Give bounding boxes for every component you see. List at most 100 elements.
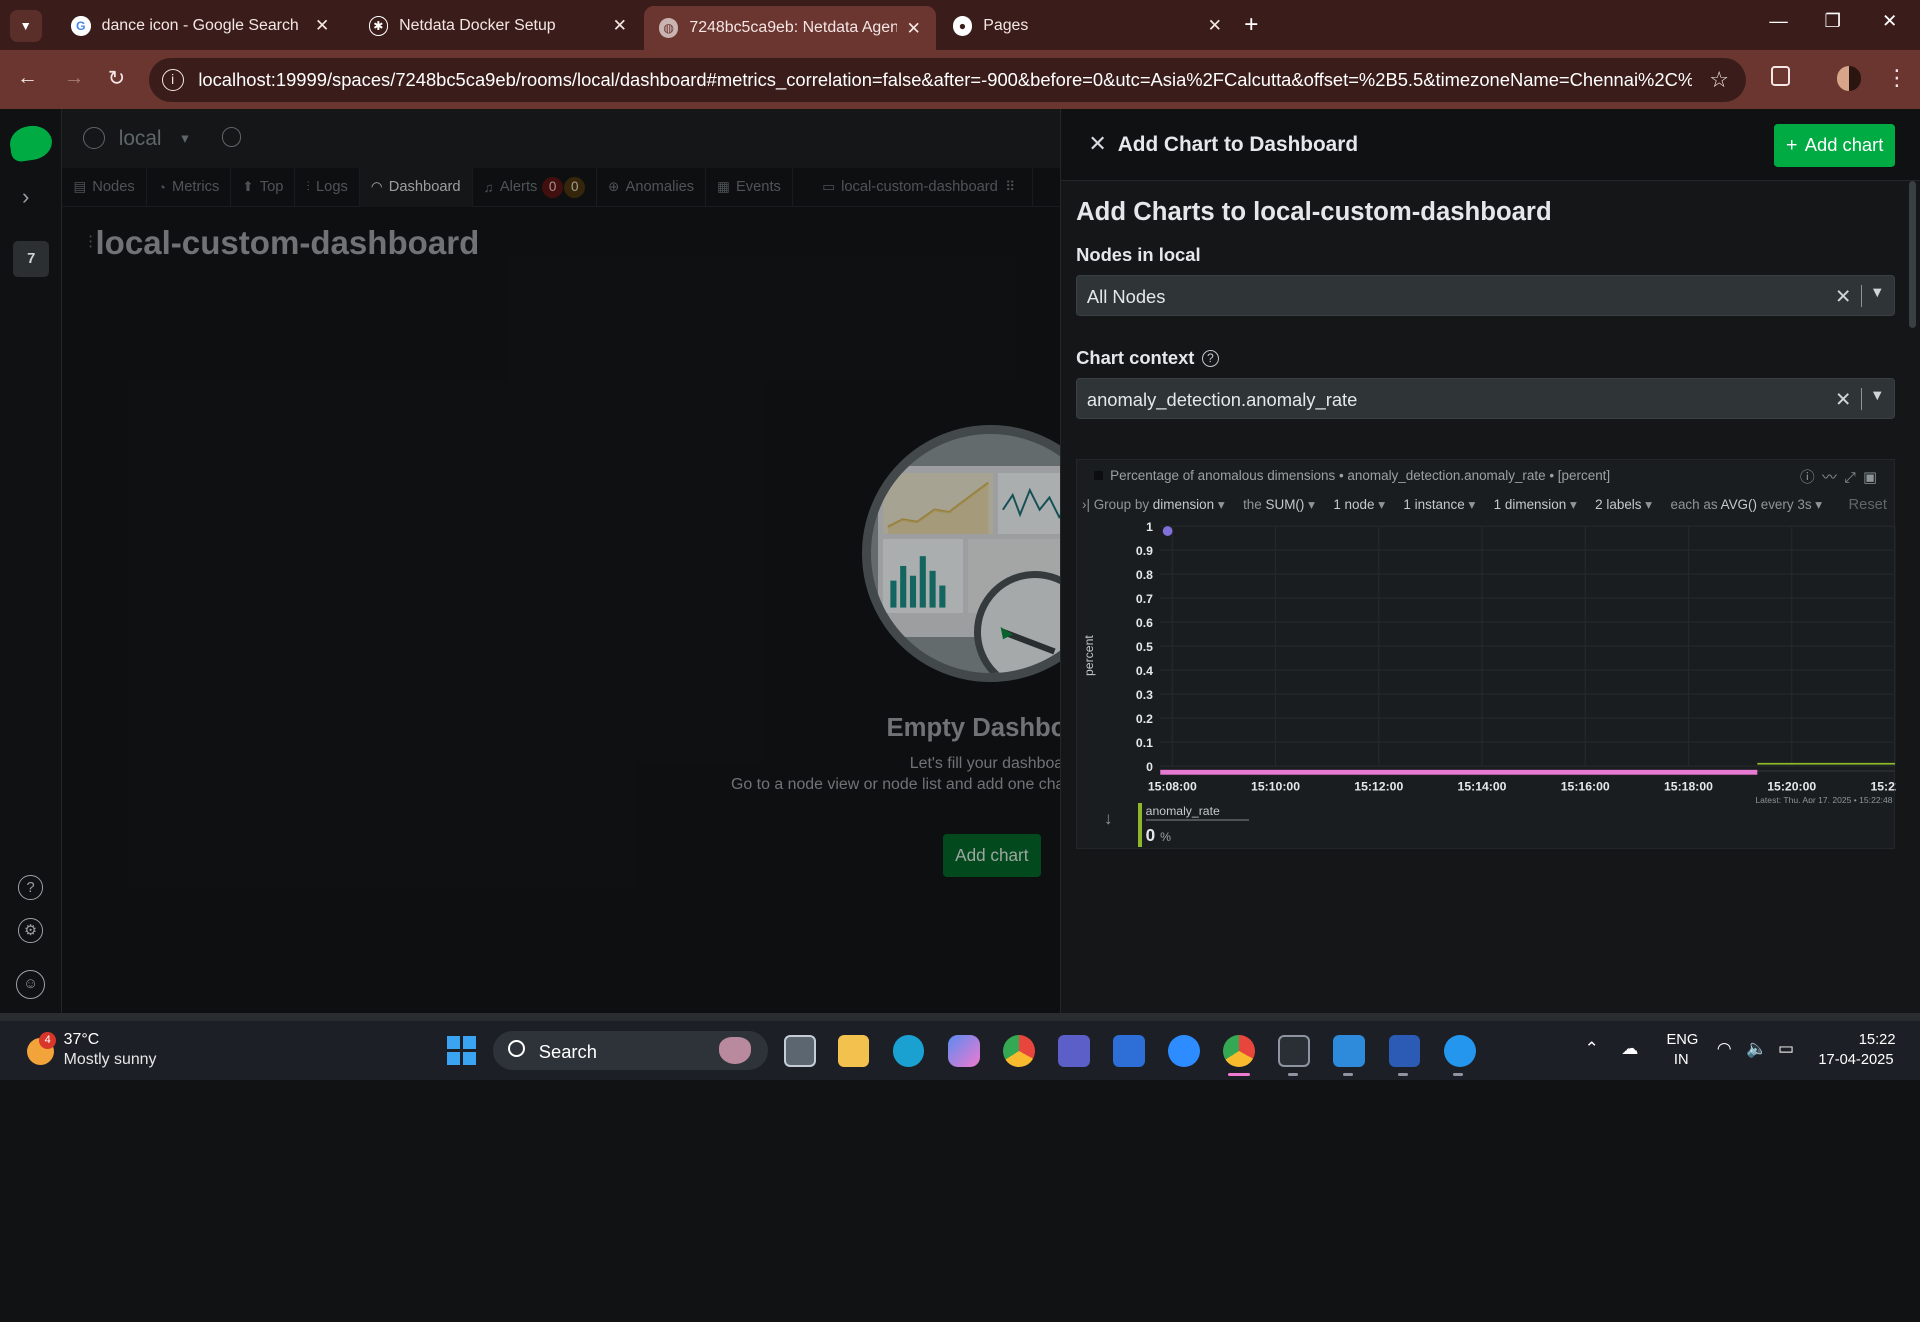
powershell-icon[interactable] [1388, 1034, 1421, 1067]
user-avatar-icon[interactable]: ☺ [15, 969, 46, 1000]
battery-icon[interactable]: ▭ [1778, 1038, 1794, 1059]
task-view-icon[interactable] [783, 1034, 816, 1067]
tab-alerts[interactable]: ♫ Alerts 0 0 [473, 167, 598, 207]
edge-icon[interactable] [892, 1034, 925, 1067]
tab-nodes[interactable]: ▤ Nodes [62, 167, 147, 207]
taskbar: 4 37°C Mostly sunny Search ⌃ ☁ ENG IN ◠ … [0, 1021, 1920, 1080]
terminal-icon[interactable] [1278, 1034, 1311, 1067]
notepad-icon[interactable] [1333, 1034, 1366, 1067]
warning-alert-count: 0 [564, 176, 586, 198]
forward-icon[interactable]: → [64, 66, 85, 90]
site-info-icon[interactable]: i [161, 68, 184, 91]
close-tab-icon[interactable]: ✕ [1208, 15, 1222, 36]
docker-icon[interactable] [1443, 1034, 1476, 1067]
netdata-app: › 7 ? ⚙ ☺ local ▾ ▤ Nodes ◔ Metrics ⬆ Top ⫶… [0, 108, 1920, 1013]
browser-menu-icon[interactable]: ⋮ [1886, 65, 1908, 91]
address-bar[interactable]: i localhost:19999/spaces/7248bc5ca9eb/ro… [149, 57, 1747, 102]
close-window-icon[interactable]: ✕ [1882, 10, 1897, 32]
copilot-icon[interactable] [947, 1034, 980, 1067]
clock-time[interactable]: 15:22 [1859, 1032, 1896, 1048]
room-name[interactable]: local [119, 127, 162, 151]
volume-icon[interactable]: 🔈 [1746, 1038, 1767, 1059]
space-badge[interactable]: 7 [13, 241, 49, 277]
netdata-logo[interactable] [7, 123, 54, 164]
extensions-icon[interactable] [1770, 66, 1791, 86]
x-tick-label: 15:12:00 [1354, 780, 1403, 794]
latest-timestamp: Latest: Thu, Apr 17, 2025 • 15:22:48 [1756, 795, 1893, 803]
wifi-icon[interactable]: ◠ [1717, 1038, 1732, 1059]
file-explorer-icon[interactable] [837, 1034, 870, 1067]
tab-logs[interactable]: ⫶ Logs [295, 167, 360, 207]
chrome-profile-icon[interactable] [1223, 1034, 1256, 1067]
chart-plot[interactable]: 1 0.9 0.8 0.7 0.6 0.5 0.4 0.3 0.2 0.1 0 15:08:00 15:… [1077, 509, 1896, 803]
reload-icon[interactable]: ↻ [108, 66, 125, 91]
browser-tab[interactable]: G dance icon - Google Search ✕ [56, 7, 344, 44]
store-icon[interactable] [1113, 1034, 1145, 1067]
top-icon: ⬆ [242, 179, 254, 195]
taskbar-search[interactable]: Search [493, 1031, 768, 1071]
clock-date[interactable]: 17-04-2025 [1818, 1052, 1893, 1068]
restore-icon[interactable]: ❐ [1824, 10, 1840, 32]
chart-type-icon[interactable]: 〰 [1822, 470, 1844, 486]
close-tab-icon[interactable]: ✕ [315, 15, 329, 36]
windows-start-icon[interactable] [446, 1035, 477, 1066]
empty-dashboard-hint: Go to a node view or node list and add o… [731, 776, 1075, 794]
info-icon[interactable]: ⓘ [1800, 470, 1822, 486]
arrow-down-icon[interactable]: ↓ [1104, 808, 1113, 829]
tab-search-button[interactable]: ▼ [9, 9, 42, 42]
close-tab-icon[interactable]: ✕ [613, 15, 627, 36]
chart-toolbar: ⓘ〰⤢▣ [1800, 466, 1884, 487]
onedrive-icon[interactable]: ☁ [1621, 1038, 1638, 1059]
save-icon[interactable]: ▣ [1863, 470, 1884, 486]
clear-icon[interactable]: ✕ [1835, 285, 1851, 309]
y-tick-label: 0.2 [1136, 712, 1153, 726]
nodes-select[interactable]: All Nodes ✕ ▼ [1076, 275, 1896, 316]
chrome-icon[interactable] [1002, 1034, 1035, 1067]
back-icon[interactable]: ← [17, 66, 38, 90]
add-chart-button[interactable]: + Add chart [1774, 123, 1896, 167]
chevron-down-icon[interactable]: ▼ [1870, 285, 1885, 301]
region-indicator[interactable]: IN [1674, 1052, 1689, 1068]
no-data-band [1160, 769, 1758, 775]
room-settings-icon[interactable] [221, 127, 242, 147]
y-tick-label: 0.9 [1136, 544, 1153, 558]
close-icon[interactable]: ✕ [1088, 131, 1106, 157]
scrollbar[interactable] [1908, 181, 1917, 329]
bookmark-star-icon[interactable]: ☆ [1709, 67, 1729, 93]
empty-add-chart-button[interactable]: Add chart [942, 833, 1041, 877]
new-tab-icon[interactable]: + [1244, 11, 1258, 39]
browser-tab[interactable]: ● Pages ✕ [938, 7, 1237, 44]
horizontal-scrollbar[interactable] [0, 1012, 1920, 1022]
close-tab-icon[interactable]: ✕ [906, 18, 920, 39]
chart-context-select[interactable]: anomaly_detection.anomaly_rate ✕ ▼ [1076, 378, 1896, 419]
legend-dimension-name[interactable]: anomaly_rate [1145, 804, 1249, 822]
legend-value: 0% [1145, 825, 1171, 846]
browser-tab-active[interactable]: ◍ 7248bc5ca9eb: Netdata Agent C ✕ [644, 6, 936, 51]
tab-anomalies[interactable]: ⊕ Anomalies [597, 167, 707, 207]
drawer-title: Add Chart to Dashboard [1117, 133, 1359, 157]
notification-badge: 4 [39, 1032, 57, 1050]
expand-sidebar-icon[interactable]: › [22, 184, 29, 210]
settings-gear-icon[interactable]: ⚙ [18, 918, 43, 943]
chevron-down-icon[interactable]: ▼ [1870, 388, 1885, 404]
help-icon[interactable]: ? [1201, 350, 1219, 368]
chevron-up-icon[interactable]: ⌃ [1584, 1038, 1598, 1059]
tab-top[interactable]: ⬆ Top [231, 167, 296, 207]
fullscreen-icon[interactable]: ⤢ [1844, 470, 1863, 486]
tab-custom-dashboard[interactable]: ▭ local-custom-dashboard ⠿ [793, 167, 1034, 207]
github-icon: ● [952, 15, 973, 36]
minimize-icon[interactable]: — [1769, 10, 1787, 32]
teams-icon[interactable] [1057, 1034, 1090, 1067]
tab-metrics[interactable]: ◔ Metrics [147, 167, 232, 207]
chevron-down-icon[interactable]: ▾ [181, 130, 188, 147]
browser-tab[interactable]: ✱ Netdata Docker Setup ✕ [354, 7, 642, 44]
drag-handle-icon[interactable]: ⠿ [1005, 179, 1015, 195]
clear-icon[interactable]: ✕ [1835, 388, 1851, 412]
tab-events[interactable]: ▦ Events [706, 167, 793, 207]
language-indicator[interactable]: ENG [1667, 1032, 1699, 1048]
profile-avatar[interactable] [1836, 66, 1862, 91]
legend-color-swatch [1138, 803, 1142, 848]
zoom-icon[interactable] [1168, 1034, 1200, 1067]
tab-dashboard[interactable]: ◠ Dashboard [359, 167, 473, 207]
help-icon[interactable]: ? [18, 875, 43, 900]
